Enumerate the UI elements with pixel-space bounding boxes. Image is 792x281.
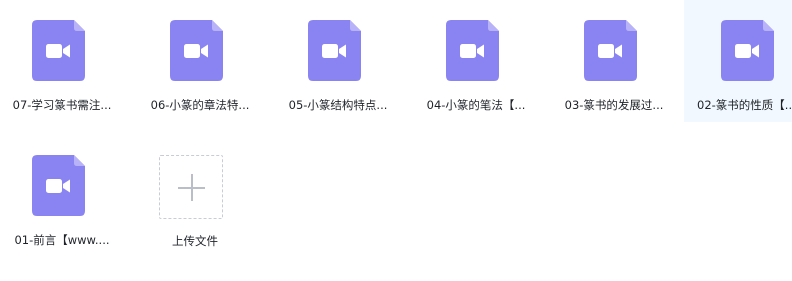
video-file-icon xyxy=(32,155,85,216)
file-name: 03-篆书的发展过... xyxy=(564,98,664,112)
upload-tile[interactable]: 上传文件 xyxy=(133,138,257,260)
file-tile[interactable]: 07-学习篆书需注... xyxy=(0,0,124,122)
file-tile[interactable]: 05-小篆结构特点... xyxy=(276,0,400,122)
video-file-icon xyxy=(32,20,85,81)
upload-label: 上传文件 xyxy=(172,234,218,248)
video-file-icon xyxy=(584,20,637,81)
file-tile[interactable]: 02-篆书的性质【... xyxy=(684,0,792,122)
file-name: 02-篆书的性质【... xyxy=(697,98,792,112)
video-file-icon xyxy=(308,20,361,81)
file-tile[interactable]: 04-小篆的笔法【... xyxy=(414,0,538,122)
video-file-icon xyxy=(446,20,499,81)
video-file-icon xyxy=(170,20,223,81)
file-name: 06-小篆的章法特... xyxy=(150,98,250,112)
file-tile[interactable]: 06-小篆的章法特... xyxy=(138,0,262,122)
file-grid: 07-学习篆书需注... 06-小篆的章法特... 05-小篆结构特点... 0… xyxy=(0,0,792,281)
plus-icon xyxy=(191,174,193,201)
file-name: 05-小篆结构特点... xyxy=(288,98,388,112)
upload-button[interactable] xyxy=(159,155,223,219)
file-name: 01-前言【www.... xyxy=(14,233,110,247)
file-tile[interactable]: 01-前言【www.... xyxy=(0,135,124,257)
file-name: 07-学习篆书需注... xyxy=(12,98,112,112)
file-name: 04-小篆的笔法【... xyxy=(426,98,526,112)
file-tile[interactable]: 03-篆书的发展过... xyxy=(552,0,676,122)
video-file-icon xyxy=(721,20,774,81)
